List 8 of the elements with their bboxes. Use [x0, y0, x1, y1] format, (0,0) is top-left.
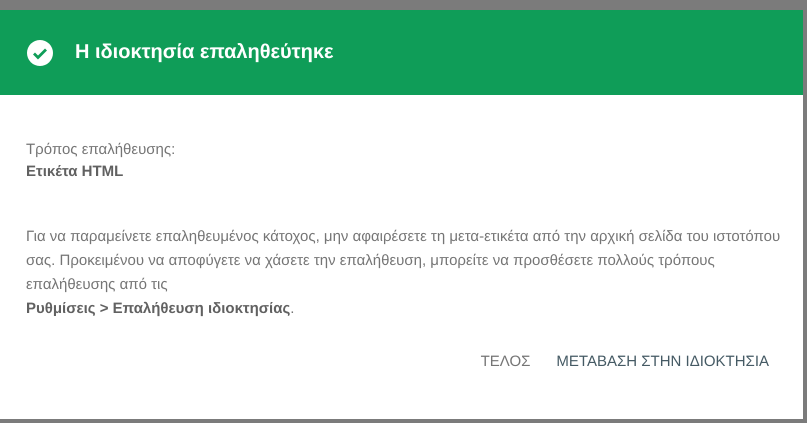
go-to-property-button[interactable]: ΜΕΤΑΒΑΣΗ ΣΤΗΝ ΙΔΙΟΚΤΗΣΙΑ — [548, 345, 777, 378]
info-paragraph: Για να παραμείνετε επαληθευμένος κάτοχος, μην αφαιρέσετε τη μετα-ετικέτα από την αρχική σελίδα του ιστοτόπου σας. Προκειμένου να αποφύγετε να χάσετε την επαλήθευση, μπορείτε να προσθέσετε πολλούς τρόπους επαλήθευσης από τις — [26, 227, 782, 295]
done-button[interactable]: ΤΕΛΟΣ — [472, 345, 538, 378]
method-label: Τρόπος επαλήθευσης: — [26, 140, 176, 160]
dialog-title: Η ιδιοκτησία επαληθεύτηκε — [75, 41, 334, 64]
method-value: Ετικέτα HTML — [26, 162, 124, 182]
check-circle-icon — [27, 40, 53, 66]
settings-path: Ρυθμίσεις > Επαλήθευση ιδιοκτησίας. — [26, 299, 296, 319]
